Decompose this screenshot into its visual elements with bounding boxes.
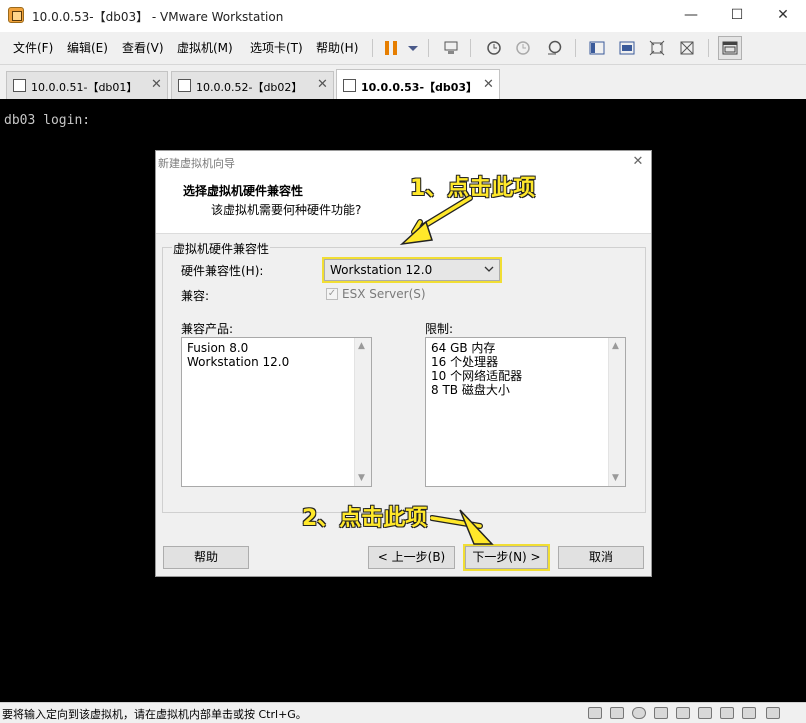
dialog-title: 新建虚拟机向导 — [158, 157, 235, 170]
sound-icon[interactable] — [698, 707, 712, 719]
list-item: 64 GB 内存 — [431, 341, 496, 355]
maximize-button[interactable]: ☐ — [714, 0, 760, 30]
compat-label: 兼容: — [181, 289, 210, 303]
annotation-arrow-1 — [399, 195, 473, 246]
scroll-down-icon[interactable]: ▼ — [358, 473, 365, 483]
thumbnail-view-button[interactable] — [718, 36, 742, 60]
printer-icon[interactable] — [720, 707, 734, 719]
vm-icon — [178, 79, 191, 92]
scrollbar[interactable]: ▲ ▼ — [608, 338, 625, 486]
send-ctrl-alt-del-icon[interactable] — [443, 40, 459, 56]
products-listbox[interactable]: Fusion 8.0 Workstation 12.0 ▲ ▼ — [181, 337, 372, 487]
tab-label: 10.0.0.52-【db02】 — [196, 81, 303, 94]
console-login-prompt: db03 login: — [4, 113, 91, 128]
vmware-app-icon — [8, 7, 24, 23]
menu-vm[interactable]: 虚拟机(M) — [177, 32, 233, 64]
menu-toolbar-bar: 文件(F) 编辑(E) 查看(V) 虚拟机(M) 选项卡(T) 帮助(H) — [0, 32, 806, 65]
hard-disk-icon[interactable] — [610, 707, 624, 719]
tab-db02[interactable]: 10.0.0.52-【db02】 ✕ — [171, 71, 334, 99]
scroll-up-icon[interactable]: ▲ — [358, 341, 365, 351]
close-icon[interactable]: ✕ — [483, 77, 494, 92]
annotation-step2: 2、点击此项 — [302, 506, 428, 531]
close-button[interactable]: ✕ — [760, 0, 806, 30]
annotation-arrow-2 — [430, 509, 494, 545]
console-view-icon[interactable] — [619, 40, 635, 56]
hw-compat-select[interactable]: Workstation 12.0 — [324, 259, 500, 281]
tab-db01[interactable]: 10.0.0.51-【db01】 ✕ — [6, 71, 168, 99]
revert-snapshot-icon[interactable] — [515, 40, 531, 56]
tab-strip: 10.0.0.51-【db01】 ✕ 10.0.0.52-【db02】 ✕ 10… — [0, 65, 806, 99]
hard-disk-icon[interactable] — [588, 707, 602, 719]
snapshot-manager-icon[interactable] — [546, 40, 562, 56]
tab-label: 10.0.0.51-【db01】 — [31, 81, 138, 94]
toolbar-separator — [428, 39, 429, 57]
vm-icon — [343, 79, 356, 92]
limits-label: 限制: — [425, 322, 454, 336]
toolbar-separator — [575, 39, 576, 57]
list-item: Workstation 12.0 — [187, 355, 290, 369]
dialog-close-button[interactable]: ✕ — [626, 151, 650, 173]
limits-listbox[interactable]: 64 GB 内存 16 个处理器 10 个网络适配器 8 TB 磁盘大小 ▲ ▼ — [425, 337, 626, 487]
tab-label: 10.0.0.53-【db03】 — [361, 81, 478, 94]
list-item: 10 个网络适配器 — [431, 369, 523, 383]
products-label: 兼容产品: — [181, 322, 234, 336]
dialog-heading: 选择虚拟机硬件兼容性 — [183, 184, 304, 198]
toolbar-separator — [372, 39, 373, 57]
network-icon[interactable] — [654, 707, 668, 719]
groupbox-label: 虚拟机硬件兼容性 — [172, 240, 271, 257]
chevron-down-icon — [483, 262, 495, 279]
unity-icon[interactable] — [679, 40, 695, 56]
menu-file[interactable]: 文件(F) — [13, 32, 53, 64]
cancel-button[interactable]: 取消 — [558, 546, 644, 569]
scroll-down-icon[interactable]: ▼ — [612, 473, 619, 483]
status-text: 要将输入定向到该虚拟机，请在虚拟机内部单击或按 Ctrl+G。 — [2, 708, 307, 721]
menu-help[interactable]: 帮助(H) — [316, 32, 358, 64]
esx-checkbox[interactable]: ✓ — [326, 288, 338, 300]
list-item: Fusion 8.0 — [187, 341, 249, 355]
menu-tabs[interactable]: 选项卡(T) — [250, 32, 303, 64]
window-title: 10.0.0.53-【db03】 - VMware Workstation — [32, 10, 284, 24]
tab-db03[interactable]: 10.0.0.53-【db03】 ✕ — [336, 69, 500, 99]
list-item: 16 个处理器 — [431, 355, 499, 369]
scroll-up-icon[interactable]: ▲ — [612, 341, 619, 351]
status-bar: 要将输入定向到该虚拟机，请在虚拟机内部单击或按 Ctrl+G。 — [0, 702, 806, 723]
hw-compat-value: Workstation 12.0 — [330, 263, 433, 277]
esx-label: ESX Server(S) — [342, 287, 426, 301]
help-button[interactable]: 帮助 — [163, 546, 249, 569]
dropdown-icon[interactable] — [405, 40, 421, 56]
list-item: 8 TB 磁盘大小 — [431, 383, 510, 397]
pause-icon[interactable] — [383, 40, 399, 56]
library-icon[interactable] — [589, 40, 605, 56]
message-icon[interactable] — [766, 707, 780, 719]
hw-compat-label: 硬件兼容性(H): — [181, 264, 264, 278]
toolbar-separator — [470, 39, 471, 57]
menu-view[interactable]: 查看(V) — [122, 32, 164, 64]
minimize-button[interactable]: — — [668, 0, 714, 30]
close-icon[interactable]: ✕ — [151, 77, 162, 92]
snapshot-icon[interactable] — [485, 40, 501, 56]
dialog-subheading: 该虚拟机需要何种硬件功能? — [211, 203, 362, 217]
title-bar: 10.0.0.53-【db03】 - VMware Workstation — … — [0, 0, 806, 32]
cd-icon[interactable] — [632, 707, 646, 719]
vm-icon — [13, 79, 26, 92]
scrollbar[interactable]: ▲ ▼ — [354, 338, 371, 486]
fullscreen-icon[interactable] — [649, 40, 665, 56]
thumbnail-view-icon — [722, 40, 738, 56]
close-icon[interactable]: ✕ — [317, 77, 328, 92]
usb-icon[interactable] — [676, 707, 690, 719]
display-icon[interactable] — [742, 707, 756, 719]
menu-edit[interactable]: 编辑(E) — [67, 32, 108, 64]
toolbar-separator — [708, 39, 709, 57]
